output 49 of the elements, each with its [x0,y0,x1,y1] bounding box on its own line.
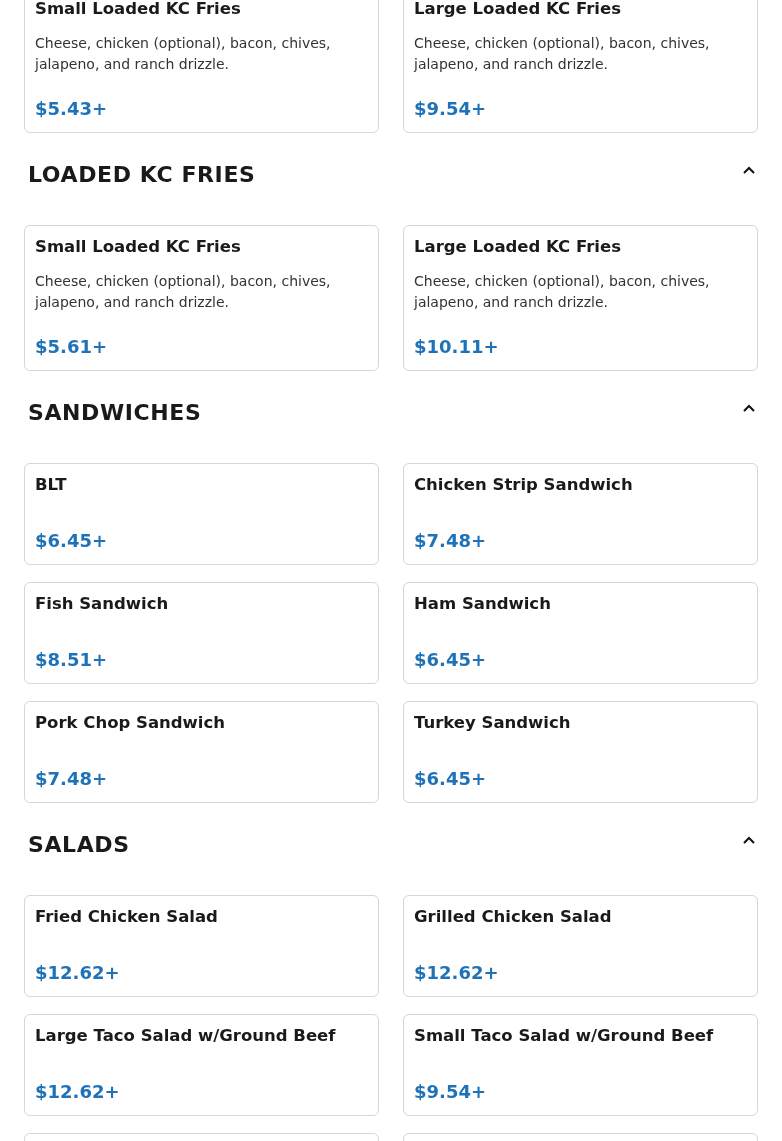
item-name: Ham Sandwich [414,593,552,615]
item-description: Cheese, chicken (optional), bacon, chives, jalapeno, and ranch drizzle. [35,272,332,312]
menu-card[interactable]: Large Loaded KC Fries Cheese, chicken (optional), bacon, chives, jalapeno, and ranch drizzle. $10.11+ [403,225,758,371]
section-title: SANDWICHES [28,399,202,427]
menu-card[interactable]: Grilled Chicken Salad $12.62+ [403,895,758,997]
item-description: Cheese, chicken (optional), bacon, chives, jalapeno, and ranch drizzle. [35,34,332,74]
item-name: Turkey Sandwich [414,712,572,734]
item-name: Large Taco Salad w/Ground Beef [35,1025,337,1047]
item-name: Small Loaded KC Fries [35,0,242,20]
section-title: LOADED KC FRIES [28,161,256,189]
menu-card[interactable]: Fried Chicken Salad $12.62+ [24,895,379,997]
section-title: SALADS [28,831,130,859]
item-name: Large Loaded KC Fries [414,0,622,20]
menu-card[interactable]: BLT $6.45+ [24,463,379,565]
item-price: $5.61+ [35,336,109,358]
item-price: $8.51+ [35,649,109,671]
item-price: $10.11+ [414,336,500,358]
item-name: Pork Chop Sandwich [35,712,227,734]
menu-card[interactable]: Small Taco Salad w/Ground Beef $9.54+ [403,1014,758,1116]
item-description: Cheese, chicken (optional), bacon, chives, jalapeno, and ranch drizzle. [414,272,711,312]
item-name: Small Loaded KC Fries [35,236,242,258]
item-price: $12.62+ [35,1081,121,1103]
menu-card[interactable]: Fish Sandwich $8.51+ [24,582,379,684]
item-name: Grilled Chicken Salad [414,906,613,928]
menu-card[interactable]: Large Loaded KC Fries Cheese, chicken (optional), bacon, chives, jalapeno, and ranch drizzle. $9.54+ [403,0,758,133]
item-price: $9.54+ [414,98,488,120]
item-price: $5.43+ [35,98,109,120]
item-name: Fried Chicken Salad [35,906,219,928]
menu-card[interactable]: Small Loaded KC Fries Cheese, chicken (optional), bacon, chives, jalapeno, and ranch drizzle. $5.61+ [24,225,379,371]
item-price: $12.62+ [414,962,500,984]
item-name: BLT [35,474,68,496]
item-name: Chicken Strip Sandwich [414,474,634,496]
menu-card[interactable]: Ham Sandwich $6.45+ [403,582,758,684]
item-description: Cheese, chicken (optional), bacon, chives, jalapeno, and ranch drizzle. [414,34,711,74]
menu-card[interactable]: Turkey Sandwich $6.45+ [403,701,758,803]
item-price: $9.54+ [414,1081,488,1103]
menu-card[interactable]: Small Loaded KC Fries Cheese, chicken (optional), bacon, chives, jalapeno, and ranch drizzle. $5.43+ [24,0,379,133]
item-price: $7.48+ [35,768,109,790]
item-name: Small Taco Salad w/Ground Beef [414,1025,715,1047]
item-price: $12.62+ [35,962,121,984]
item-name: Fish Sandwich [35,593,170,615]
item-price: $6.45+ [414,768,488,790]
item-name: Large Loaded KC Fries [414,236,622,258]
menu-card[interactable]: Large Taco Salad w/Ground Beef $12.62+ [24,1014,379,1116]
menu-card[interactable]: Chicken Strip Sandwich $7.48+ [403,463,758,565]
item-price: $6.45+ [35,530,109,552]
menu-card[interactable]: Pork Chop Sandwich $7.48+ [24,701,379,803]
item-price: $6.45+ [414,649,488,671]
item-price: $7.48+ [414,530,488,552]
